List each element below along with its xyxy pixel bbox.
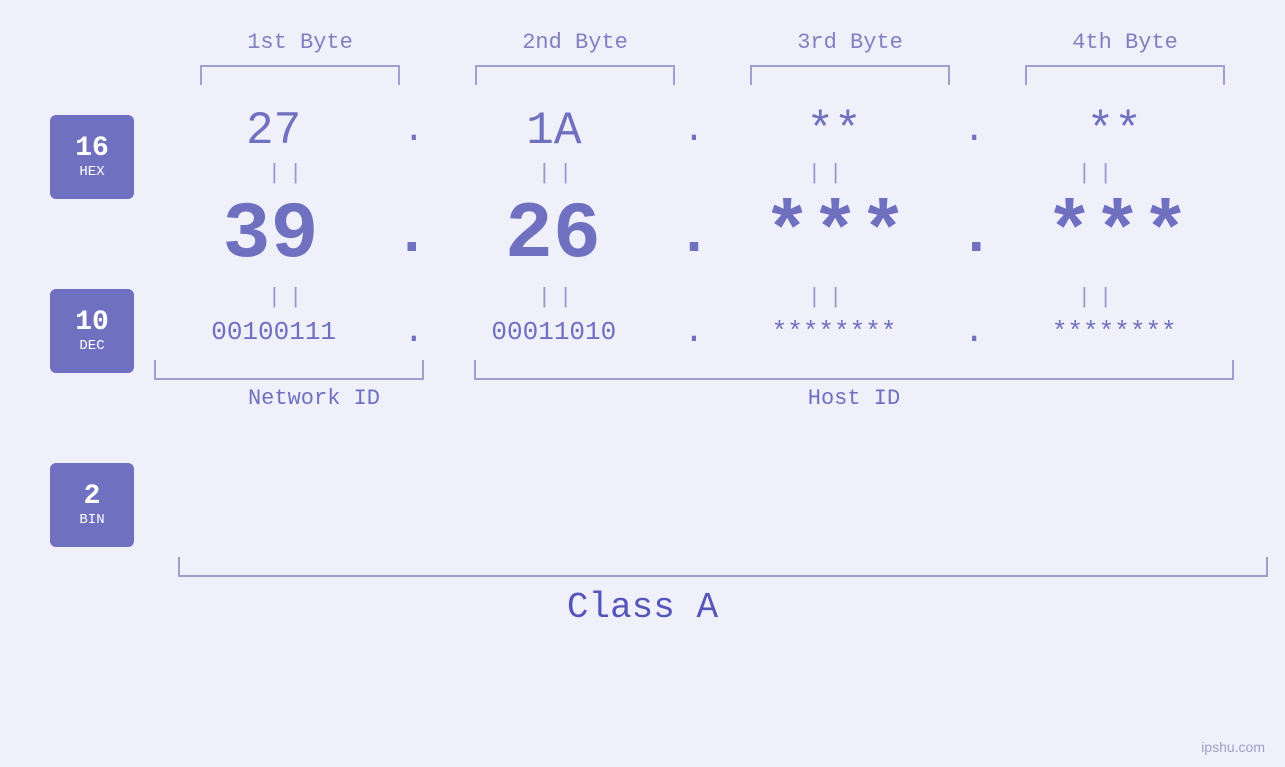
byte-label-4: 4th Byte bbox=[1015, 30, 1235, 55]
eq1-4: || bbox=[989, 161, 1209, 186]
eq2-4: || bbox=[989, 285, 1209, 310]
hex-badge: 16 HEX bbox=[50, 115, 134, 199]
rows-inner: 27 . 1A . ** . ** || || || || 39 bbox=[154, 105, 1285, 411]
host-bracket bbox=[474, 360, 1234, 380]
bin-val-1: 00100111 bbox=[164, 317, 384, 347]
eq1-1: || bbox=[179, 161, 399, 186]
bin-row: 00100111 . 00011010 . ******** . *******… bbox=[154, 314, 1234, 350]
watermark: ipshu.com bbox=[1201, 739, 1265, 755]
host-id-label: Host ID bbox=[474, 386, 1234, 411]
dec-dot-1: . bbox=[394, 206, 430, 266]
base-badges: 16 HEX 10 DEC 2 BIN bbox=[50, 115, 134, 547]
hex-val-4: ** bbox=[1004, 105, 1224, 157]
hex-badge-number: 16 bbox=[75, 134, 109, 165]
bin-dot-1: . bbox=[403, 314, 425, 350]
bin-val-4: ******** bbox=[1004, 317, 1224, 347]
bracket-1 bbox=[200, 65, 400, 85]
byte-label-3: 3rd Byte bbox=[740, 30, 960, 55]
dec-row: 39 . 26 . *** . *** bbox=[154, 190, 1234, 281]
dec-val-3: *** bbox=[725, 190, 945, 281]
bin-badge-label: BIN bbox=[79, 512, 104, 528]
hex-dot-2: . bbox=[683, 113, 705, 149]
dec-dot-3: . bbox=[958, 206, 994, 266]
main-container: 1st Byte 2nd Byte 3rd Byte 4th Byte 16 H… bbox=[0, 0, 1285, 767]
rows-container: 27 . 1A . ** . ** || || || || 39 bbox=[154, 105, 1285, 411]
bin-dot-3: . bbox=[963, 314, 985, 350]
top-bracket-row bbox=[163, 65, 1263, 85]
bin-badge-number: 2 bbox=[84, 482, 101, 513]
byte-labels-row: 1st Byte 2nd Byte 3rd Byte 4th Byte bbox=[163, 30, 1263, 55]
hex-badge-label: HEX bbox=[79, 164, 104, 180]
hex-dot-3: . bbox=[963, 113, 985, 149]
eq2-1: || bbox=[179, 285, 399, 310]
bracket-2 bbox=[475, 65, 675, 85]
network-id-label: Network ID bbox=[154, 386, 474, 411]
byte-label-1: 1st Byte bbox=[190, 30, 410, 55]
eq1-2: || bbox=[449, 161, 669, 186]
dec-val-1: 39 bbox=[161, 190, 381, 281]
id-labels-row: Network ID Host ID bbox=[154, 386, 1234, 411]
eq1-3: || bbox=[719, 161, 939, 186]
byte-label-2: 2nd Byte bbox=[465, 30, 685, 55]
full-width-bracket bbox=[178, 557, 1268, 577]
dec-dot-2: . bbox=[676, 206, 712, 266]
bottom-brackets-row bbox=[154, 360, 1234, 380]
bin-val-3: ******** bbox=[724, 317, 944, 347]
class-label: Class A bbox=[567, 587, 718, 628]
bin-val-2: 00011010 bbox=[444, 317, 664, 347]
bracket-3 bbox=[750, 65, 950, 85]
dec-badge-label: DEC bbox=[79, 338, 104, 354]
dec-badge: 10 DEC bbox=[50, 289, 134, 373]
hex-dot-1: . bbox=[403, 113, 425, 149]
bracket-4 bbox=[1025, 65, 1225, 85]
network-bracket bbox=[154, 360, 424, 380]
dec-val-4: *** bbox=[1007, 190, 1227, 281]
equals-row-1: || || || || bbox=[154, 161, 1234, 186]
content-area: 16 HEX 10 DEC 2 BIN 27 . 1A . ** bbox=[0, 105, 1285, 547]
eq2-3: || bbox=[719, 285, 939, 310]
hex-row: 27 . 1A . ** . ** bbox=[154, 105, 1234, 157]
equals-row-2: || || || || bbox=[154, 285, 1234, 310]
dec-val-2: 26 bbox=[443, 190, 663, 281]
dec-badge-number: 10 bbox=[75, 308, 109, 339]
hex-val-1: 27 bbox=[164, 105, 384, 157]
bin-dot-2: . bbox=[683, 314, 705, 350]
hex-val-2: 1A bbox=[444, 105, 664, 157]
bin-badge: 2 BIN bbox=[50, 463, 134, 547]
eq2-2: || bbox=[449, 285, 669, 310]
hex-val-3: ** bbox=[724, 105, 944, 157]
